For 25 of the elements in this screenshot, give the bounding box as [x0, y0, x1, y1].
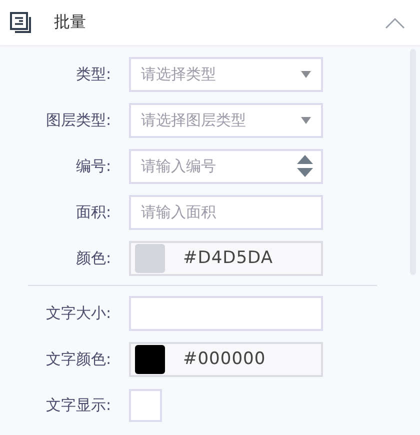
- field-label: 颜色:: [74, 248, 111, 268]
- panel-title: 批量: [54, 12, 87, 33]
- chevron-icon[interactable]: [385, 16, 405, 28]
- color-swatch[interactable]: [135, 344, 165, 374]
- select-field[interactable]: 请选择图层类型: [129, 102, 323, 138]
- checkbox[interactable]: [129, 388, 162, 422]
- panel-header[interactable]: 批量: [0, 0, 420, 45]
- color-field[interactable]: #D4D5DA: [129, 240, 323, 276]
- document-icon: [10, 12, 32, 34]
- dropdown-icon: [301, 70, 311, 78]
- select-field[interactable]: 请选择类型: [129, 56, 323, 92]
- color-swatch[interactable]: [135, 244, 165, 272]
- field-label: 文字大小:: [44, 304, 111, 322]
- field-label: 文字显示:: [44, 396, 111, 414]
- field-label: 文字颜色:: [44, 350, 111, 368]
- field-label: 编号:: [74, 156, 111, 176]
- input-field[interactable]: 请输入面积: [129, 194, 323, 230]
- input-field[interactable]: [129, 296, 323, 330]
- field-label: 面积:: [74, 202, 111, 222]
- field-label: 类型:: [74, 64, 111, 84]
- dropdown-icon: [301, 116, 311, 124]
- number-field[interactable]: 请输入编号: [129, 148, 323, 184]
- color-field[interactable]: #000000: [129, 342, 323, 376]
- spinner-icon[interactable]: [297, 155, 313, 177]
- field-label: 图层类型:: [44, 110, 111, 130]
